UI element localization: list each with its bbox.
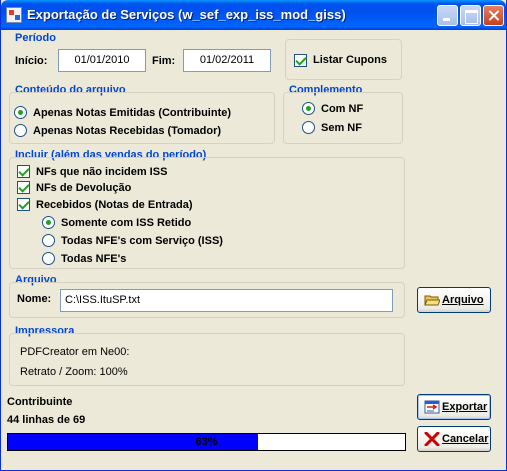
app-icon <box>6 7 22 23</box>
conteudo-radio-emitidas[interactable] <box>14 106 27 119</box>
maximize-icon[interactable] <box>460 5 481 26</box>
complemento-radio-sem-nf[interactable] <box>302 121 315 134</box>
incluir-label-nao-incidem[interactable]: NFs que não incidem ISS <box>36 166 167 178</box>
cancelar-button-label: Cancelar <box>442 433 489 445</box>
impressora-group <box>9 333 405 386</box>
complemento-group <box>283 92 403 144</box>
arquivo-button[interactable]: Arquivo <box>417 287 491 313</box>
arquivo-button-label: Arquivo <box>442 294 484 306</box>
fim-label: Fim: <box>152 55 176 67</box>
exportar-button[interactable]: Exportar <box>417 394 491 420</box>
arquivo-nome-input[interactable]: C:\ISS.ItuSP.txt <box>60 289 393 312</box>
incluir-check-devolucao[interactable] <box>17 181 30 194</box>
conteudo-label-recebidas[interactable]: Apenas Notas Recebidas (Tomador) <box>33 125 221 137</box>
conteudo-radio-recebidas[interactable] <box>14 124 27 137</box>
periodo-title: Período <box>15 32 56 44</box>
complemento-label-com-nf[interactable]: Com NF <box>321 103 363 115</box>
listar-cupons-label[interactable]: Listar Cupons <box>313 54 387 66</box>
incluir-label-recebidos[interactable]: Recebidos (Notas de Entrada) <box>36 199 192 211</box>
window-title: Exportação de Serviços (w_sef_exp_iss_mo… <box>27 7 346 22</box>
incluir-radio-iss-retido[interactable] <box>42 216 55 229</box>
title-bar[interactable]: Exportação de Serviços (w_sef_exp_iss_mo… <box>1 0 506 30</box>
fim-date-input[interactable]: 01/02/2011 <box>183 49 271 72</box>
export-window: Exportação de Serviços (w_sef_exp_iss_mo… <box>0 0 507 471</box>
incluir-label-todas[interactable]: Todas NFE's <box>61 253 126 265</box>
cancelar-button[interactable]: Cancelar <box>417 426 491 452</box>
inicio-date-input[interactable]: 01/01/2010 <box>58 49 146 72</box>
cancel-x-icon <box>424 432 440 446</box>
complemento-radio-com-nf[interactable] <box>302 102 315 115</box>
status-lines: 44 linhas de 69 <box>7 414 86 426</box>
incluir-label-devolucao[interactable]: NFs de Devolução <box>36 182 131 194</box>
incluir-radio-com-servico[interactable] <box>42 234 55 247</box>
close-icon[interactable] <box>483 5 504 26</box>
listar-cupons-checkbox[interactable] <box>294 54 307 67</box>
folder-open-icon <box>424 295 440 306</box>
exportar-button-label: Exportar <box>442 401 488 413</box>
impressora-zoom-text: Retrato / Zoom: 100% <box>20 366 128 378</box>
inicio-label: Início: <box>15 55 48 67</box>
impressora-printer-text: PDFCreator em Ne00: <box>20 346 130 358</box>
incluir-radio-todas[interactable] <box>42 252 55 265</box>
incluir-check-recebidos[interactable] <box>17 198 30 211</box>
minimize-icon[interactable] <box>437 5 458 26</box>
complemento-label-sem-nf[interactable]: Sem NF <box>321 122 362 134</box>
incluir-check-nao-incidem[interactable] <box>17 165 30 178</box>
status-title: Contribuinte <box>7 396 73 408</box>
incluir-label-iss-retido[interactable]: Somente com ISS Retido <box>61 217 191 229</box>
export-progress-bar: 63% <box>7 433 406 451</box>
export-icon <box>424 400 440 414</box>
conteudo-label-emitidas[interactable]: Apenas Notas Emitidas (Contribuinte) <box>33 107 231 119</box>
nome-label: Nome: <box>17 293 52 305</box>
progress-text: 63% <box>195 436 218 448</box>
incluir-label-com-servico[interactable]: Todas NFE's com Serviço (ISS) <box>61 235 223 247</box>
